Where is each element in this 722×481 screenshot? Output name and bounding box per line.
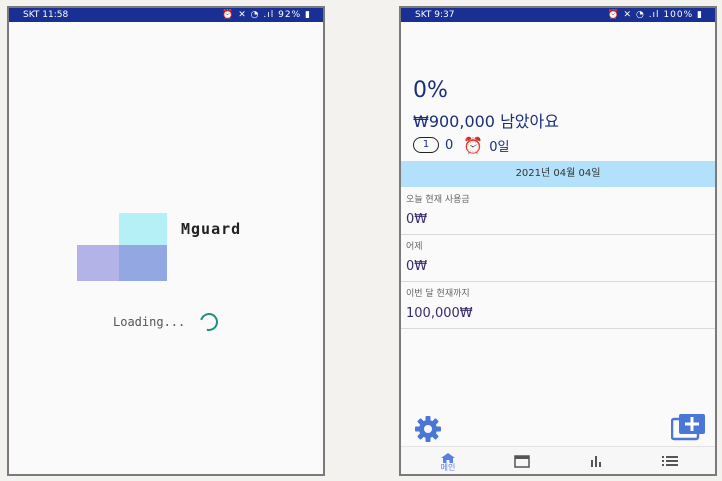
signal-icon: .ıl <box>263 10 275 20</box>
alarm-clock-icon: ⏰ <box>463 135 484 155</box>
status-carrier-time: SKT 9:37 <box>415 10 455 20</box>
splash-screen: SKT 11:58 ⏰ ✕ ◔ .ıl 92% ▮ Mguard Loading… <box>7 6 325 476</box>
nav-stats[interactable] <box>571 447 621 475</box>
nav-calendar[interactable] <box>497 447 547 475</box>
alarm-icon: ⏰ <box>222 10 235 20</box>
main-screen: SKT 9:37 ⏰ ✕ ◔ .ıl 100% ▮ 0% ₩900,000 남았… <box>399 6 717 476</box>
alarm-icon: ⏰ <box>607 10 620 20</box>
status-icons: ⏰ ✕ ◔ .ıl 100% ▮ <box>607 8 703 22</box>
mute-icon: ✕ <box>623 10 633 20</box>
budget-percent: 0% <box>413 78 448 103</box>
status-icons: ⏰ ✕ ◔ .ıl 92% ▮ <box>222 8 311 22</box>
mute-icon: ✕ <box>238 10 247 20</box>
brand-name: Mguard <box>181 220 242 238</box>
yesterday-usage-section: 어제 0₩ <box>401 235 715 282</box>
battery-icon: ▮ <box>697 10 703 20</box>
month-value: 100,000₩ <box>406 306 473 321</box>
add-card-icon[interactable] <box>671 412 707 442</box>
month-usage-section: 이번 달 현재까지 100,000₩ <box>401 282 715 329</box>
count-value: 0 <box>445 137 454 153</box>
status-carrier-time: SKT 11:58 <box>23 10 69 20</box>
logo-square-blue <box>119 245 167 281</box>
battery-percent: 100% <box>663 10 694 20</box>
today-label: 오늘 현재 사용금 <box>406 195 470 205</box>
nav-home[interactable]: 메인 <box>423 447 473 475</box>
today-value: 0₩ <box>406 212 428 227</box>
status-bar: SKT 9:37 ⏰ ✕ ◔ .ıl 100% ▮ <box>401 8 715 22</box>
yesterday-label: 어제 <box>406 242 423 252</box>
loading-spinner-icon <box>196 309 222 335</box>
bottom-navigation: 메인 <box>401 446 715 474</box>
battery-percent: 92% <box>278 10 302 20</box>
list-icon <box>662 456 678 466</box>
summary-badges: 1 0 ⏰ 0일 <box>413 135 509 155</box>
battery-icon: ▮ <box>305 10 311 20</box>
remaining-amount: ₩900,000 남았아요 <box>413 112 559 131</box>
date-bar[interactable]: 2021년 04월 04일 <box>401 161 715 187</box>
status-bar: SKT 11:58 ⏰ ✕ ◔ .ıl 92% ▮ <box>9 8 323 22</box>
yesterday-value: 0₩ <box>406 259 428 274</box>
calendar-icon <box>514 455 530 468</box>
logo-square-cyan <box>119 213 167 249</box>
loading-text: Loading... <box>113 315 186 329</box>
month-label: 이번 달 현재까지 <box>406 289 470 299</box>
chart-icon <box>591 456 601 467</box>
nav-list[interactable] <box>645 447 695 475</box>
wifi-icon: ◔ <box>250 10 260 20</box>
days-value: 0일 <box>489 139 510 155</box>
logo-square-purple <box>77 245 121 281</box>
nav-home-label: 메인 <box>440 463 456 472</box>
gear-icon[interactable] <box>413 414 443 444</box>
today-usage-section: 오늘 현재 사용금 0₩ <box>401 188 715 235</box>
signal-icon: .ıl <box>648 10 660 20</box>
wifi-icon: ◔ <box>635 10 645 20</box>
count-pill: 1 <box>413 137 439 153</box>
